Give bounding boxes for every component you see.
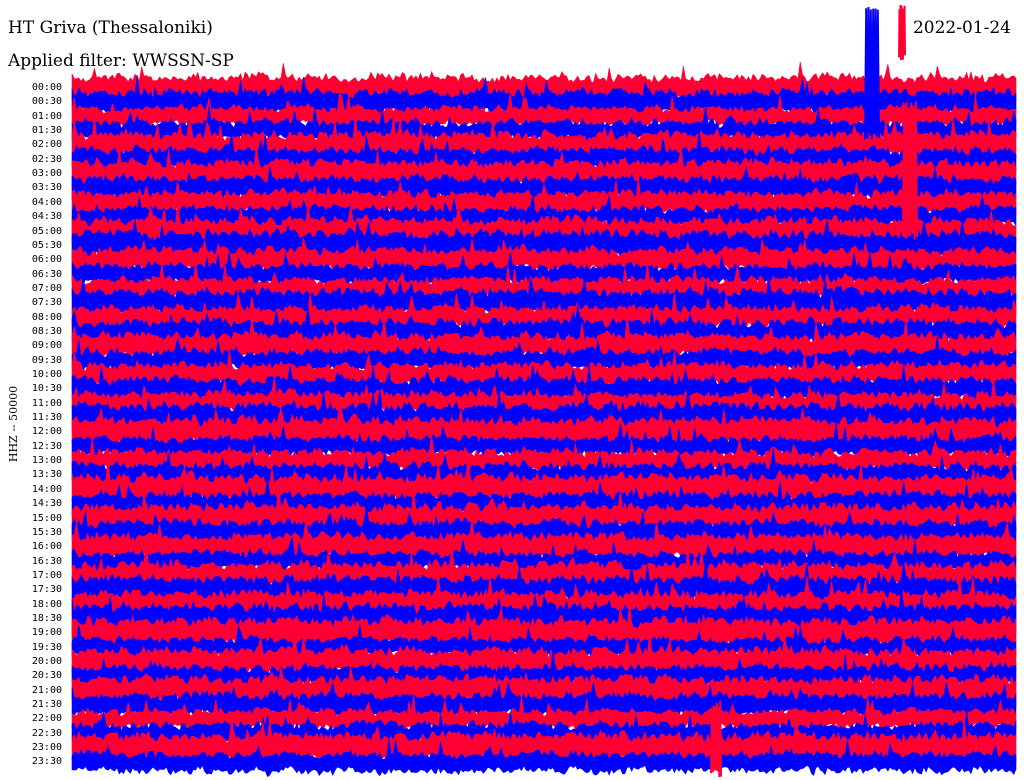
time-label-0530: 05:30 xyxy=(31,239,62,251)
time-label-1000: 10:00 xyxy=(31,369,62,380)
time-label-0600: 06:00 xyxy=(31,254,62,266)
time-label-1700: 17:00 xyxy=(31,569,62,581)
time-label-0130: 01:30 xyxy=(31,125,62,137)
event-spike-a xyxy=(864,6,880,140)
event-spike-b xyxy=(898,4,906,61)
time-label-0830: 08:30 xyxy=(31,325,62,337)
filter-label: Applied filter: WWSSN-SP xyxy=(8,51,234,71)
time-label-2000: 20:00 xyxy=(31,656,62,667)
time-label-2230: 22:30 xyxy=(31,727,62,739)
time-label-0700: 07:00 xyxy=(31,282,62,294)
time-label-1230: 12:30 xyxy=(31,440,62,452)
time-label-0300: 03:00 xyxy=(31,168,62,180)
event-spike-d xyxy=(710,700,722,778)
helicorder-plot xyxy=(71,4,1017,778)
time-label-1930: 19:30 xyxy=(31,641,62,653)
time-label-1830: 18:30 xyxy=(31,612,62,624)
time-label-0800: 08:00 xyxy=(31,311,62,323)
time-label-1500: 15:00 xyxy=(31,512,62,524)
record-date: 2022-01-24 xyxy=(912,18,1011,38)
time-label-0900: 09:00 xyxy=(31,340,62,352)
time-label-0030: 00:30 xyxy=(31,96,62,108)
time-label-0000: 00:00 xyxy=(31,82,62,93)
time-label-1130: 11:30 xyxy=(31,412,62,424)
time-label-0100: 01:00 xyxy=(31,110,62,122)
time-label-1100: 11:00 xyxy=(31,397,62,409)
time-label-0330: 03:30 xyxy=(31,182,62,194)
time-label-0930: 09:30 xyxy=(31,354,62,366)
time-label-0500: 05:00 xyxy=(31,225,62,237)
time-label-0730: 07:30 xyxy=(31,297,62,309)
time-label-0200: 02:00 xyxy=(31,139,62,151)
time-label-1300: 13:00 xyxy=(31,455,62,467)
time-label-1200: 12:00 xyxy=(31,426,62,438)
time-label-2030: 20:30 xyxy=(31,670,62,682)
time-label-1330: 13:30 xyxy=(31,469,62,481)
time-label-0630: 06:30 xyxy=(31,268,62,280)
time-label-2200: 22:00 xyxy=(31,713,62,725)
time-label-0230: 02:30 xyxy=(31,153,62,165)
station-title: HT Griva (Thessaloniki) xyxy=(8,18,213,38)
time-label-1900: 19:00 xyxy=(31,627,62,639)
time-label-1730: 17:30 xyxy=(31,584,62,596)
time-label-1800: 18:00 xyxy=(31,598,62,610)
time-label-1630: 16:30 xyxy=(31,555,62,567)
time-label-1600: 16:00 xyxy=(31,541,62,553)
time-label-2100: 21:00 xyxy=(31,684,62,696)
time-label-1430: 14:30 xyxy=(31,498,62,510)
time-label-0430: 04:30 xyxy=(31,211,62,223)
time-label-2130: 21:30 xyxy=(31,699,62,711)
time-label-1030: 10:30 xyxy=(31,383,62,395)
time-label-1530: 15:30 xyxy=(31,526,62,538)
time-label-0400: 04:00 xyxy=(31,196,62,208)
time-label-2300: 23:00 xyxy=(31,742,62,754)
time-label-2330: 23:30 xyxy=(31,756,62,768)
time-label-1400: 14:00 xyxy=(31,483,62,495)
